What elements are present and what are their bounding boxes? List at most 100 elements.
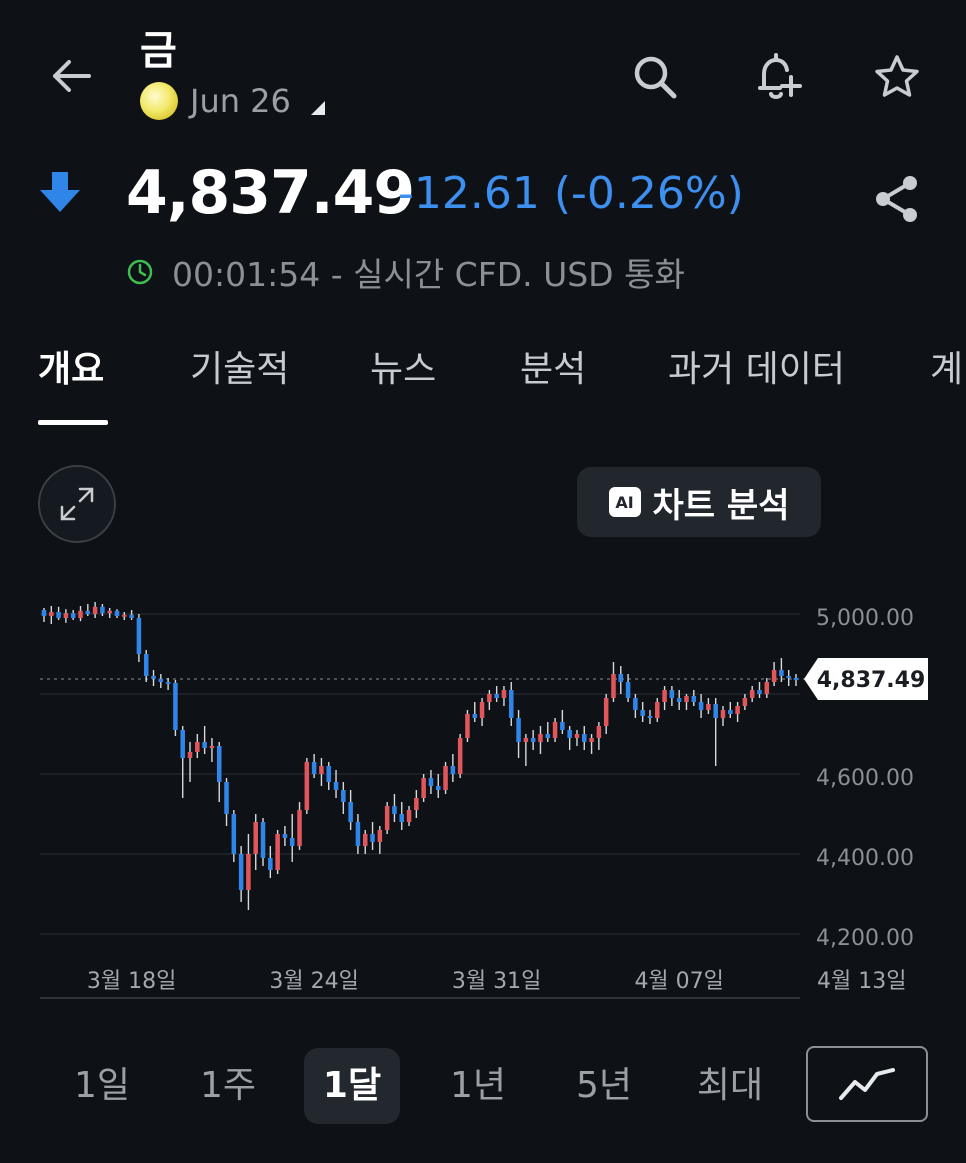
candle-body <box>202 742 207 748</box>
candle-body <box>742 698 748 706</box>
candle-body <box>224 782 229 814</box>
candle-body <box>246 854 251 890</box>
contract-label: Jun 26 <box>190 82 291 120</box>
candle-body <box>158 678 164 682</box>
candle-body <box>187 752 193 758</box>
expand-chart-button[interactable] <box>38 465 116 543</box>
candle-body <box>443 766 448 790</box>
candle-body <box>275 834 280 870</box>
candle-body <box>260 822 266 858</box>
ai-chart-analysis-button[interactable]: AI 차트 분석 <box>577 467 821 537</box>
candle-body <box>713 704 718 718</box>
range-1d[interactable]: 1일 <box>52 1048 152 1124</box>
candle-body <box>676 698 682 702</box>
candle-body <box>786 676 791 678</box>
tab-technical[interactable]: 기술적 <box>190 340 289 392</box>
candle-body <box>63 613 69 618</box>
candle-body <box>611 674 616 698</box>
ai-button-label: 차트 분석 <box>652 485 790 526</box>
back-arrow-icon <box>53 60 91 92</box>
x-tick-label: 3월 31일 <box>452 969 541 994</box>
price-direction <box>38 170 82 218</box>
candle-body <box>100 606 105 614</box>
candle-body <box>655 702 660 718</box>
current-price-label: 4,837.49 <box>804 658 928 701</box>
tab-news[interactable]: 뉴스 <box>370 340 436 392</box>
add-alert-button[interactable] <box>744 44 810 110</box>
y-tick-label: 4,400.00 <box>816 846 914 871</box>
range-selector: 1일 1주 1달 1년 5년 최대 <box>0 1040 966 1130</box>
candle-body <box>757 690 762 694</box>
candle-body <box>282 834 288 838</box>
candle-body <box>238 854 244 890</box>
tab-historical-data[interactable]: 과거 데이터 <box>668 340 845 392</box>
star-icon <box>875 55 919 97</box>
candle-body <box>764 682 770 694</box>
candle-body <box>304 762 310 810</box>
candle-body <box>85 610 91 614</box>
current-price: 4,837.49 <box>126 158 415 228</box>
search-button[interactable] <box>622 44 688 110</box>
candle-body <box>78 610 83 618</box>
active-tab-indicator <box>38 420 108 425</box>
candle-body <box>735 706 740 714</box>
range-1m[interactable]: 1달 <box>304 1048 400 1124</box>
candle-body <box>479 702 485 718</box>
candle-body <box>618 674 624 682</box>
candle-body <box>450 766 456 774</box>
contract-selector[interactable]: Jun 26 <box>140 82 325 120</box>
candle-body <box>231 814 237 854</box>
tab-overview[interactable]: 개요 <box>38 340 104 392</box>
candle-body <box>216 746 222 782</box>
candle-body <box>465 714 470 738</box>
candle-body <box>582 734 587 742</box>
candle-body <box>706 704 711 710</box>
candle-body <box>319 766 324 774</box>
candle-body <box>749 690 755 698</box>
candle-body <box>114 610 120 616</box>
ai-badge-icon: AI <box>608 487 641 517</box>
candle-body <box>435 786 441 790</box>
candle-body <box>523 738 529 742</box>
range-5y[interactable]: 5년 <box>554 1048 654 1124</box>
candle-body <box>662 690 667 702</box>
candle-body <box>647 716 653 718</box>
expand-icon <box>60 487 94 521</box>
candle-body <box>348 802 353 822</box>
candle-body <box>538 734 543 742</box>
candle-body <box>384 806 390 830</box>
candle-body <box>457 738 463 774</box>
candle-body <box>494 694 499 698</box>
candle-body <box>195 742 200 752</box>
time-info-text: 00:01:54 - 실시간 CFD. USD 통화 <box>172 255 685 294</box>
candle-body <box>793 678 799 680</box>
candle-body <box>487 694 492 702</box>
back-button[interactable] <box>36 46 106 106</box>
candle-body <box>574 734 580 738</box>
candle-body <box>421 778 426 798</box>
candle-body <box>209 746 215 748</box>
line-chart-icon <box>839 1068 895 1100</box>
favorite-button[interactable] <box>864 44 930 110</box>
candle-body <box>253 822 258 854</box>
candle-body <box>70 613 76 618</box>
range-1y[interactable]: 1년 <box>428 1048 528 1124</box>
candle-body <box>589 738 594 742</box>
price-chart[interactable]: 4,200.00 4,400.00 4,600.00 5,000.00 3월 18일 3월… <box>0 580 966 1010</box>
candle-body <box>472 714 478 718</box>
candle-body <box>136 618 142 654</box>
bell-plus-icon <box>758 53 802 99</box>
candle-body <box>41 610 47 616</box>
range-max[interactable]: 최대 <box>680 1048 780 1124</box>
range-1w[interactable]: 1주 <box>178 1048 278 1124</box>
candle-body <box>355 822 361 846</box>
candle-body <box>268 858 273 870</box>
chart-type-button[interactable] <box>806 1046 928 1122</box>
candle-body <box>143 654 149 676</box>
tab-bar: 개요 기술적 뉴스 분석 과거 데이터 계 <box>0 330 966 430</box>
candle-body <box>771 670 777 682</box>
tab-more[interactable]: 계 <box>930 340 963 392</box>
candle-body <box>633 698 638 710</box>
share-button[interactable] <box>862 164 932 234</box>
tab-analysis[interactable]: 분석 <box>520 340 586 392</box>
